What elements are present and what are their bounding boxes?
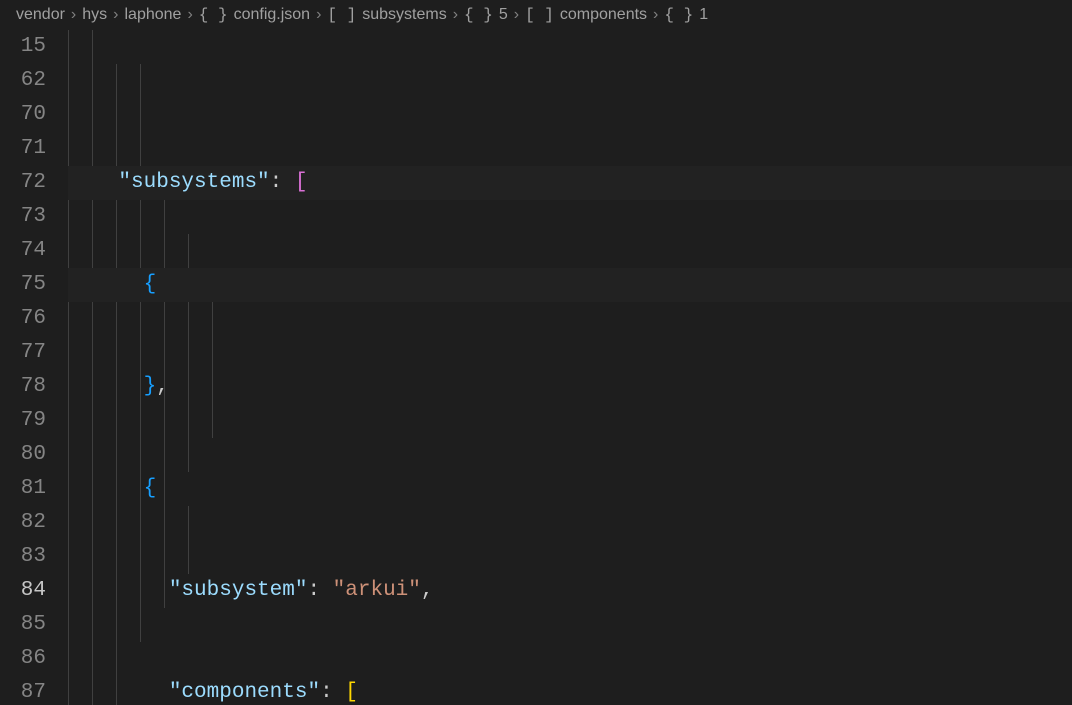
breadcrumb-item-vendor[interactable]: vendor xyxy=(16,6,65,24)
bracket-open-icon: [ xyxy=(345,681,358,704)
editor-area[interactable]: 15 62 70 71 72 73 74 75 76 77 78 79 80 8… xyxy=(0,30,1072,705)
line-number-gutter: 15 62 70 71 72 73 74 75 76 77 78 79 80 8… xyxy=(0,30,68,705)
line-number: 77 xyxy=(0,336,46,370)
breadcrumb-item-subsystems[interactable]: subsystems xyxy=(362,6,446,24)
line-number: 85 xyxy=(0,608,46,642)
json-array-icon: [ ] xyxy=(525,6,554,24)
breadcrumb-item-1[interactable]: 1 xyxy=(699,6,708,24)
line-number: 86 xyxy=(0,642,46,676)
breadcrumb-separator: › xyxy=(113,6,118,24)
json-string: "arkui" xyxy=(333,579,421,602)
code-line[interactable]: "subsystem": "arkui", xyxy=(68,574,1072,608)
line-number: 76 xyxy=(0,302,46,336)
breadcrumb-separator: › xyxy=(71,6,76,24)
breadcrumb-separator: › xyxy=(187,6,192,24)
brace-close-icon: } xyxy=(144,375,157,398)
breadcrumb-separator: › xyxy=(316,6,321,24)
breadcrumb-separator: › xyxy=(653,6,658,24)
line-number: 75 xyxy=(0,268,46,302)
code-line[interactable]: { xyxy=(68,268,1072,302)
breadcrumb-item-laphone[interactable]: laphone xyxy=(124,6,181,24)
line-number: 73 xyxy=(0,200,46,234)
breadcrumb-item-file[interactable]: config.json xyxy=(234,6,311,24)
line-number: 80 xyxy=(0,438,46,472)
breadcrumb-separator: › xyxy=(514,6,519,24)
code-content[interactable]: "subsystems": [ { }, { "subsystem": "ark… xyxy=(68,30,1072,705)
line-number: 71 xyxy=(0,132,46,166)
json-key: "subsystem" xyxy=(169,579,308,602)
json-key: "subsystems" xyxy=(118,171,269,194)
json-object-icon: { } xyxy=(464,6,493,24)
line-number: 84 xyxy=(0,574,46,608)
brace-open-icon: { xyxy=(144,477,157,500)
json-array-icon: [ ] xyxy=(327,6,356,24)
line-number: 78 xyxy=(0,370,46,404)
line-number: 62 xyxy=(0,64,46,98)
json-object-icon: { } xyxy=(199,6,228,24)
code-line[interactable]: "subsystems": [ xyxy=(68,166,1072,200)
line-number: 72 xyxy=(0,166,46,200)
brace-open-icon: { xyxy=(144,273,157,296)
line-number: 15 xyxy=(0,30,46,64)
breadcrumb-item-hys[interactable]: hys xyxy=(82,6,107,24)
line-number: 81 xyxy=(0,472,46,506)
breadcrumb-item-5[interactable]: 5 xyxy=(499,6,508,24)
line-number: 74 xyxy=(0,234,46,268)
code-line[interactable]: "components": [ xyxy=(68,676,1072,705)
breadcrumb-separator: › xyxy=(453,6,458,24)
code-line[interactable]: }, xyxy=(68,370,1072,404)
breadcrumb-item-components[interactable]: components xyxy=(560,6,647,24)
line-number: 87 xyxy=(0,676,46,705)
bracket-open-icon: [ xyxy=(295,171,308,194)
json-object-icon: { } xyxy=(664,6,693,24)
line-number: 79 xyxy=(0,404,46,438)
code-line[interactable]: { xyxy=(68,472,1072,506)
line-number: 83 xyxy=(0,540,46,574)
line-number: 70 xyxy=(0,98,46,132)
line-number: 82 xyxy=(0,506,46,540)
breadcrumb-bar: vendor › hys › laphone › { } config.json… xyxy=(0,0,1072,30)
json-key: "components" xyxy=(169,681,320,704)
